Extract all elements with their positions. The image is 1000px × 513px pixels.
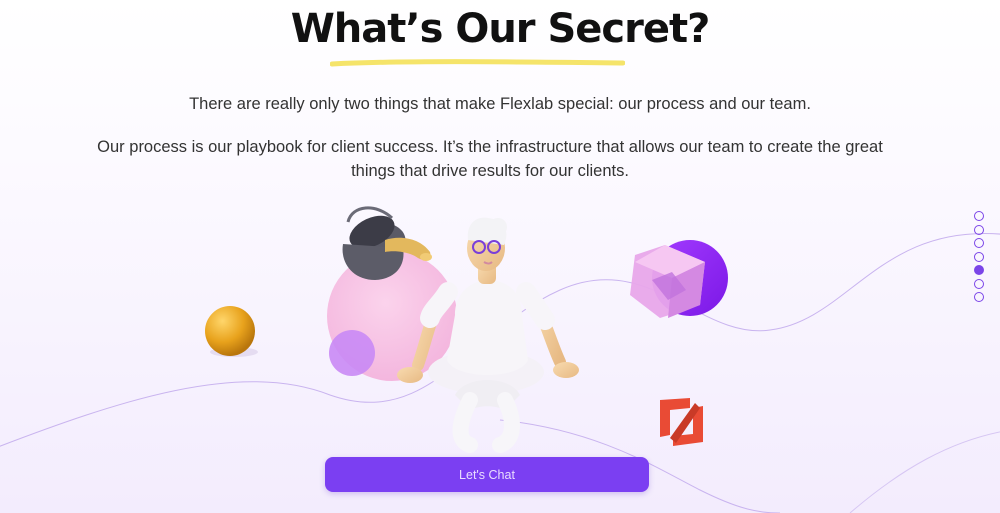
lets-chat-button[interactable]: Let's Chat	[325, 457, 649, 492]
gold-sphere-icon	[205, 306, 258, 357]
secret-section: What’s Our Secret? There are really only…	[0, 0, 1000, 513]
violet-bubble-shape	[329, 330, 375, 376]
flexlab-logo-mark-icon	[660, 398, 703, 446]
purple-cube-icon	[630, 240, 728, 318]
hero-illustration	[205, 206, 728, 453]
